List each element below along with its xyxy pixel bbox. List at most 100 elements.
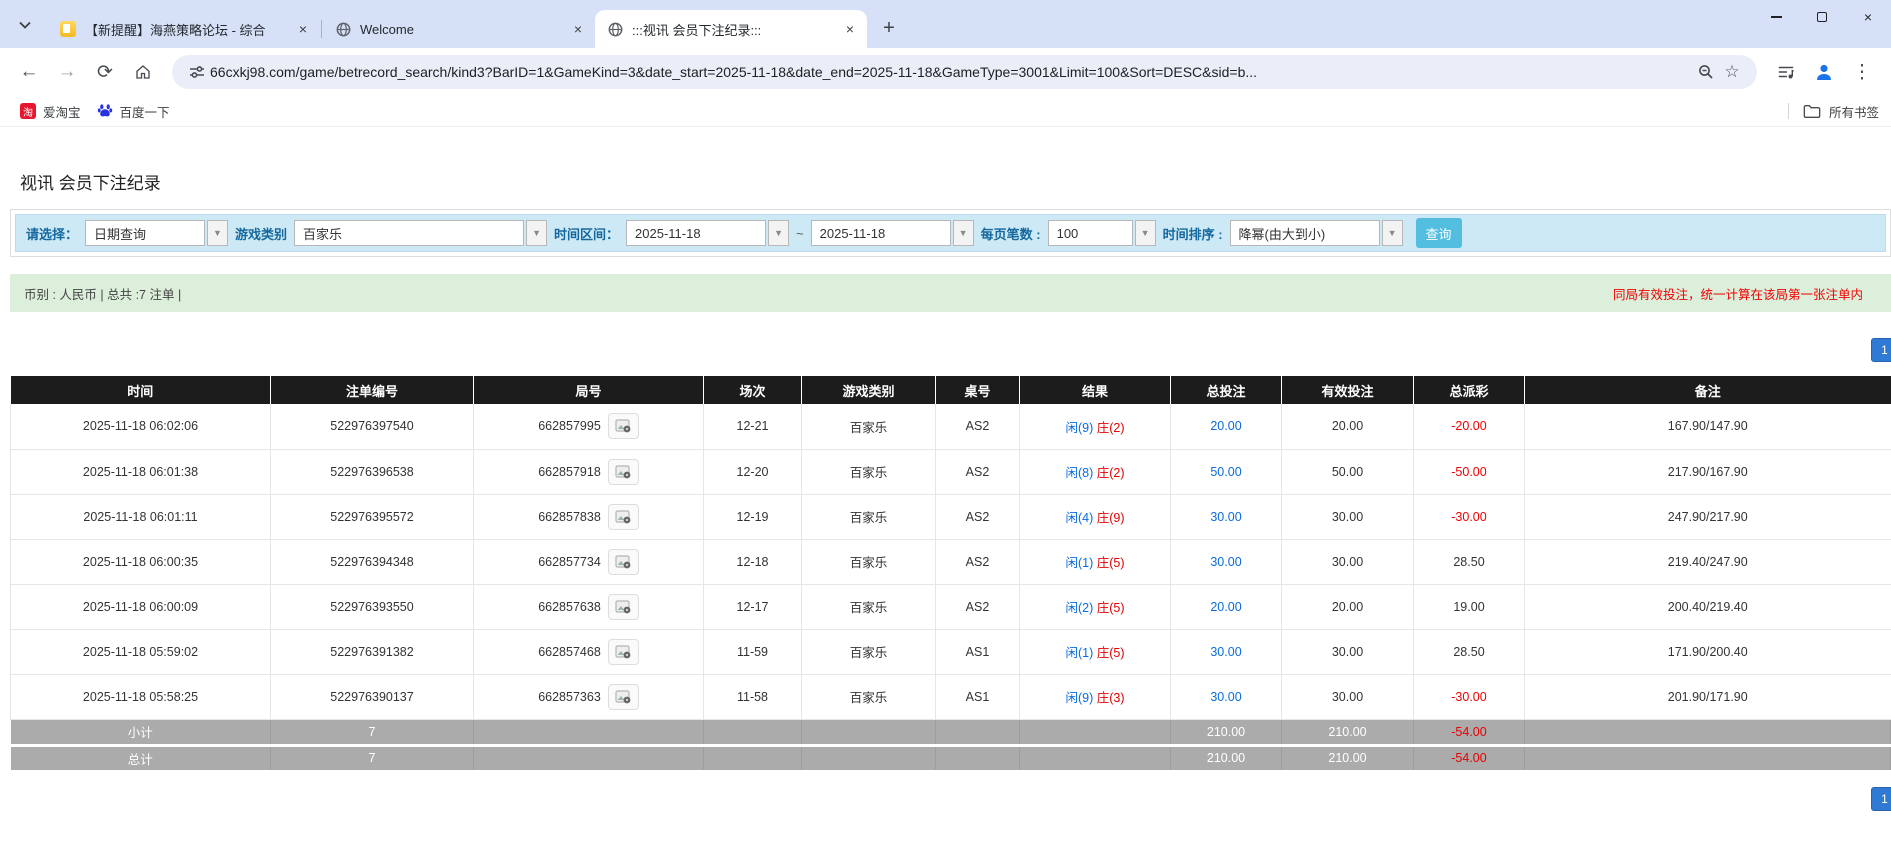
back-button[interactable]: ←: [13, 56, 45, 88]
cell-result: 闲(1) 庄(5): [1019, 539, 1171, 585]
cell-bet-id: 522976394348: [270, 539, 474, 585]
pagesize-select[interactable]: 100 ▼: [1047, 220, 1156, 246]
cell-total-bet[interactable]: 30.00: [1170, 674, 1282, 720]
taobao-icon: 淘: [20, 103, 36, 119]
column-header: 场次: [703, 376, 802, 404]
close-icon[interactable]: ×: [569, 20, 587, 38]
cell-game-type: 百家乐: [801, 539, 936, 585]
result-banker: 庄(5): [1096, 556, 1125, 570]
cell-total-bet[interactable]: 20.00: [1170, 584, 1282, 630]
home-button[interactable]: [127, 56, 159, 88]
search-button[interactable]: 查询: [1415, 218, 1462, 248]
cell-result: 闲(1) 庄(5): [1019, 629, 1171, 675]
window-close-button[interactable]: ×: [1845, 0, 1891, 34]
toolbar-right-icons: ⋮: [1767, 56, 1881, 88]
chevron-down-icon[interactable]: ▼: [207, 220, 229, 246]
cell-result: 闲(9) 庄(3): [1019, 674, 1171, 720]
video-replay-button[interactable]: [607, 683, 639, 710]
cell-valid-bet: 20.00: [1281, 404, 1414, 450]
table-row: 2025-11-18 06:01:11 522976395572 6628578…: [10, 494, 1891, 540]
summary-count: 7: [270, 745, 474, 773]
close-icon[interactable]: ×: [841, 20, 859, 38]
window-controls: ×: [1753, 0, 1891, 34]
date-end-select[interactable]: 2025-11-18 ▼: [810, 220, 974, 246]
range-separator: ~: [796, 225, 804, 241]
forward-button[interactable]: →: [51, 56, 83, 88]
cell-round-id: 662857838: [473, 494, 704, 540]
address-bar[interactable]: 66cxkj98.com/game/betrecord_search/kind3…: [172, 55, 1757, 89]
reload-button[interactable]: ⟳: [89, 56, 121, 88]
summary-label: 总计: [10, 745, 271, 773]
cell-total-bet[interactable]: 50.00: [1170, 449, 1282, 495]
column-header: 局号: [473, 376, 704, 404]
cell-total-bet[interactable]: 30.00: [1170, 629, 1282, 675]
cell-total-bet[interactable]: 30.00: [1170, 539, 1282, 585]
mode-value: 日期查询: [85, 220, 206, 246]
chevron-down-icon[interactable]: ▼: [952, 220, 974, 246]
maximize-button[interactable]: [1799, 0, 1845, 34]
cell-total-bet[interactable]: 20.00: [1170, 404, 1282, 450]
summary-payout: -54.00: [1413, 719, 1525, 747]
cell-total-bet[interactable]: 30.00: [1170, 494, 1282, 540]
video-image-icon: [615, 419, 631, 433]
video-replay-button[interactable]: [607, 413, 639, 440]
url-text[interactable]: 66cxkj98.com/game/betrecord_search/kind3…: [210, 64, 1693, 80]
minimize-button[interactable]: [1753, 0, 1799, 34]
result-banker: 庄(2): [1096, 420, 1125, 435]
cell-game-type: 百家乐: [801, 449, 936, 495]
column-header: 注单编号: [270, 376, 474, 404]
pagination-top: 1: [0, 338, 1891, 362]
sort-select[interactable]: 降幂(由大到小) ▼: [1229, 220, 1403, 246]
chevron-down-icon[interactable]: ▼: [526, 220, 548, 246]
cell-table-no: AS2: [935, 494, 1020, 540]
result-banker: 庄(3): [1096, 691, 1125, 705]
media-controls-icon[interactable]: [1770, 56, 1802, 88]
cell-session: 12-19: [703, 494, 802, 540]
page-title: 视讯 会员下注纪录: [20, 174, 161, 193]
cell-time: 2025-11-18 06:01:38: [10, 449, 271, 495]
browser-tab-welcome[interactable]: Welcome ×: [323, 10, 595, 48]
game-type-select[interactable]: 百家乐 ▼: [294, 220, 548, 246]
video-replay-button[interactable]: [607, 638, 639, 665]
bookmark-star-icon[interactable]: ☆: [1719, 59, 1745, 85]
bookmark-baidu[interactable]: 百度一下: [89, 99, 178, 124]
column-header: 游戏类别: [801, 376, 936, 404]
table-row: 2025-11-18 06:02:06 522976397540 6628579…: [10, 404, 1891, 450]
result-banker: 庄(5): [1096, 601, 1125, 615]
chevron-down-icon[interactable]: ▼: [768, 220, 790, 246]
browser-tab-bet-records[interactable]: :::视讯 会员下注纪录::: ×: [595, 10, 867, 48]
cell-result: 闲(9) 庄(2): [1019, 404, 1171, 450]
browser-tab-forum[interactable]: 【新提醒】海燕策略论坛 - 综合 ×: [48, 10, 320, 48]
all-bookmarks-button[interactable]: 所有书签: [1787, 102, 1879, 121]
menu-dots-icon[interactable]: ⋮: [1846, 56, 1878, 88]
video-replay-button[interactable]: [607, 593, 639, 620]
video-replay-button[interactable]: [607, 503, 639, 530]
page-number-button[interactable]: 1: [1871, 338, 1891, 362]
cell-session: 12-21: [703, 404, 802, 450]
close-icon[interactable]: ×: [294, 20, 312, 38]
cell-bet-id: 522976390137: [270, 674, 474, 720]
baidu-paw-icon: [97, 102, 113, 121]
chevron-down-icon[interactable]: ▼: [1134, 220, 1156, 246]
cell-bet-id: 522976393550: [270, 584, 474, 630]
video-replay-button[interactable]: [607, 548, 639, 575]
video-replay-button[interactable]: [607, 458, 639, 485]
profile-avatar-icon[interactable]: [1808, 56, 1840, 88]
mode-select[interactable]: 日期查询 ▼: [85, 220, 229, 246]
cell-table-no: AS2: [935, 584, 1020, 630]
date-start-select[interactable]: 2025-11-18 ▼: [626, 220, 790, 246]
chevron-down-icon[interactable]: ▼: [1381, 220, 1403, 246]
cell-payout: 28.50: [1413, 539, 1525, 585]
table-row: 2025-11-18 05:59:02 522976391382 6628574…: [10, 629, 1891, 675]
tab-search-button[interactable]: [10, 10, 40, 40]
site-settings-icon[interactable]: [184, 59, 210, 85]
cell-time: 2025-11-18 06:01:11: [10, 494, 271, 540]
new-tab-button[interactable]: +: [875, 14, 903, 42]
summary-row: 小计 7 210.00 210.00 -54.00: [10, 719, 1891, 747]
cell-remark: 200.40/219.40: [1524, 584, 1891, 630]
cell-session: 12-20: [703, 449, 802, 495]
bookmark-aitaobao[interactable]: 淘 爱淘宝: [12, 99, 89, 124]
zoom-icon[interactable]: [1693, 59, 1719, 85]
page-number-button[interactable]: 1: [1871, 786, 1891, 811]
cell-session: 11-58: [703, 674, 802, 720]
